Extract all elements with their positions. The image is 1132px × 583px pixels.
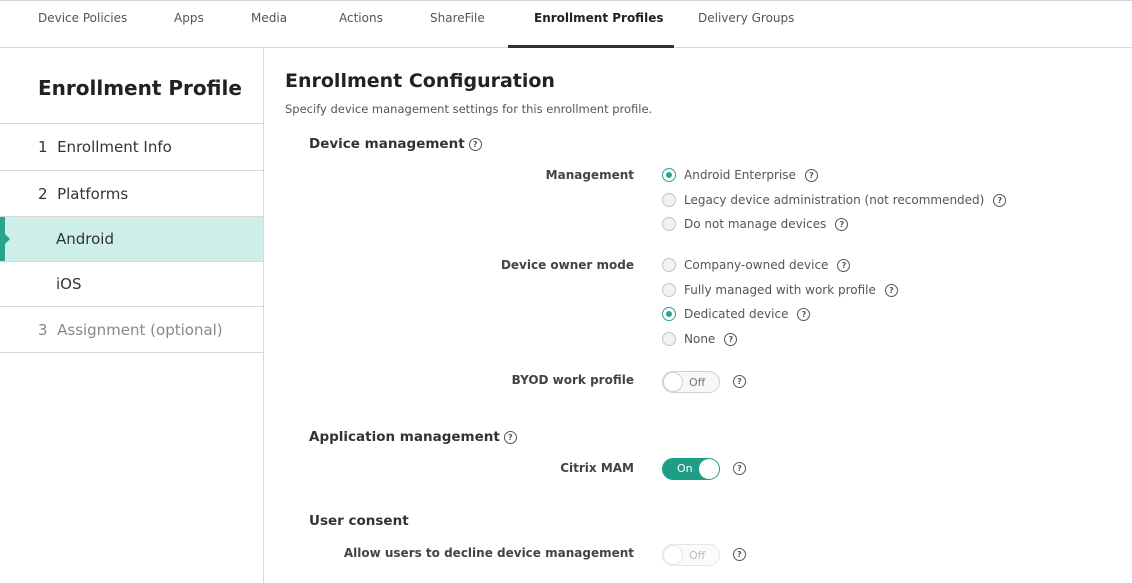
tab-media[interactable]: Media: [251, 1, 287, 48]
radio-button[interactable]: [662, 283, 676, 297]
toggle-knob: [699, 459, 719, 479]
option-label: None: [684, 332, 716, 346]
radio-button[interactable]: [662, 332, 676, 346]
radio-company-owned[interactable]: Company-owned device ?: [662, 256, 851, 274]
help-icon[interactable]: ?: [804, 168, 818, 182]
sidebar-title: Enrollment Profile: [0, 48, 263, 124]
page-subtitle: Specify device management settings for t…: [285, 102, 653, 116]
tab-delivery-groups[interactable]: Delivery Groups: [698, 1, 794, 48]
option-label: Legacy device administration (not recomm…: [684, 193, 985, 207]
sidebar-item-platforms[interactable]: 2 Platforms: [0, 171, 263, 217]
help-icon[interactable]: ?: [797, 307, 811, 321]
option-label: Fully managed with work profile: [684, 283, 876, 297]
help-icon[interactable]: ?: [884, 283, 898, 297]
main-content: Enrollment Configuration Specify device …: [264, 48, 1132, 583]
help-icon[interactable]: ?: [724, 332, 738, 346]
sidebar: Enrollment Profile 1 Enrollment Info 2 P…: [0, 48, 264, 583]
tab-device-policies[interactable]: Device Policies: [38, 1, 127, 48]
toggle-state: Off: [689, 549, 706, 562]
section-device-management: Device management ?: [309, 136, 482, 152]
option-label: Company-owned device: [684, 258, 829, 272]
radio-button-checked[interactable]: [662, 168, 676, 182]
radio-button[interactable]: [662, 193, 676, 207]
device-owner-mode-label: Device owner mode: [500, 258, 634, 272]
radio-fully-managed-work-profile[interactable]: Fully managed with work profile ?: [662, 281, 898, 299]
tab-actions[interactable]: Actions: [339, 1, 383, 48]
help-icon[interactable]: ?: [468, 137, 482, 151]
toggle-knob: [663, 545, 683, 565]
sidebar-item-label: Android: [56, 230, 114, 248]
radio-legacy-admin[interactable]: Legacy device administration (not recomm…: [662, 191, 1007, 209]
sidebar-item-assignment[interactable]: 3 Assignment (optional): [0, 307, 263, 353]
help-icon[interactable]: ?: [837, 258, 851, 272]
tab-apps[interactable]: Apps: [174, 1, 204, 48]
allow-decline-toggle[interactable]: Off: [662, 544, 720, 566]
help-icon[interactable]: ?: [503, 430, 517, 444]
byod-work-profile-label: BYOD work profile: [511, 373, 634, 387]
sidebar-item-ios[interactable]: iOS: [0, 262, 263, 307]
help-icon[interactable]: ?: [733, 548, 746, 561]
radio-none[interactable]: None ?: [662, 330, 738, 348]
help-icon[interactable]: ?: [835, 217, 849, 231]
option-label: Do not manage devices: [684, 217, 827, 231]
sidebar-item-label: 3 Assignment (optional): [38, 321, 223, 339]
tab-enrollment-profiles[interactable]: Enrollment Profiles: [534, 1, 663, 48]
citrix-mam-label: Citrix MAM: [560, 461, 634, 475]
sidebar-item-android[interactable]: Android: [0, 217, 263, 262]
tab-sharefile[interactable]: ShareFile: [430, 1, 485, 48]
byod-work-profile-toggle[interactable]: Off: [662, 371, 720, 393]
radio-dedicated-device[interactable]: Dedicated device ?: [662, 305, 811, 323]
radio-button[interactable]: [662, 217, 676, 231]
toggle-knob: [663, 372, 683, 392]
help-icon[interactable]: ?: [733, 462, 746, 475]
sidebar-item-label: 1 Enrollment Info: [38, 138, 172, 156]
toggle-state: Off: [689, 376, 706, 389]
page-title: Enrollment Configuration: [285, 70, 555, 92]
citrix-mam-toggle[interactable]: On: [662, 458, 720, 480]
radio-button[interactable]: [662, 258, 676, 272]
allow-decline-label: Allow users to decline device management: [343, 546, 634, 560]
option-label: Dedicated device: [684, 307, 789, 321]
section-application-management: Application management ?: [309, 429, 517, 445]
top-navigation: Device Policies Apps Media Actions Share…: [0, 0, 1132, 48]
radio-android-enterprise[interactable]: Android Enterprise ?: [662, 166, 818, 184]
section-user-consent: User consent: [309, 513, 409, 529]
section-title-text: Device management: [309, 136, 465, 152]
radio-do-not-manage[interactable]: Do not manage devices ?: [662, 215, 849, 233]
sidebar-item-enrollment-info[interactable]: 1 Enrollment Info: [0, 124, 263, 171]
help-icon[interactable]: ?: [993, 193, 1007, 207]
management-label: Management: [545, 168, 634, 182]
sidebar-item-label: iOS: [56, 275, 82, 293]
radio-button-checked[interactable]: [662, 307, 676, 321]
section-title-text: Application management: [309, 429, 500, 445]
help-icon[interactable]: ?: [733, 375, 746, 388]
selected-marker: [0, 217, 10, 261]
toggle-state: On: [677, 462, 693, 475]
sidebar-item-label: 2 Platforms: [38, 185, 129, 203]
option-label: Android Enterprise: [684, 168, 796, 182]
